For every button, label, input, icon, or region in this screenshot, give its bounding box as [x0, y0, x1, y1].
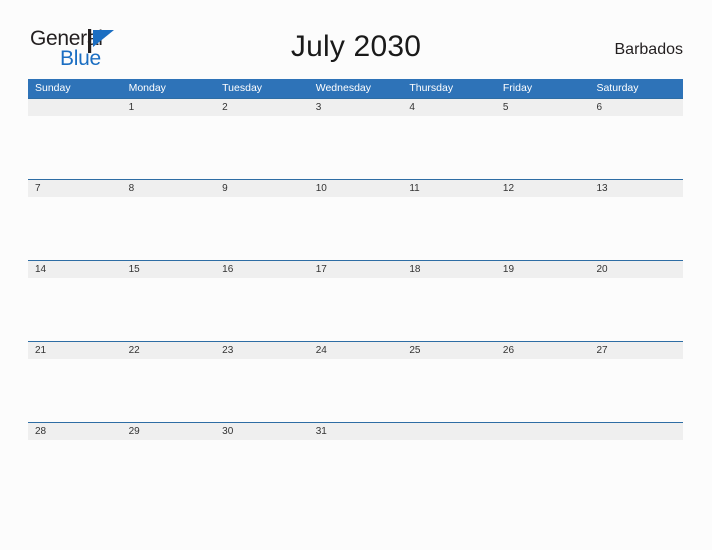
day-cell[interactable]: 5	[496, 99, 590, 116]
week-row: 28 29 30 31	[28, 422, 683, 503]
location-label: Barbados	[614, 41, 684, 58]
day-cell[interactable]: 26	[496, 342, 590, 359]
date-number-band: 1 2 3 4 5 6	[28, 98, 683, 116]
day-cell[interactable]: 22	[122, 342, 216, 359]
date-number-band: 14 15 16 17 18 19 20	[28, 260, 683, 278]
week-row: 1 2 3 4 5 6	[28, 98, 683, 179]
week-row: 7 8 9 10 11 12 13	[28, 179, 683, 260]
day-cell[interactable]: 31	[309, 423, 403, 440]
week-event-area[interactable]	[28, 116, 683, 179]
day-cell[interactable]: 24	[309, 342, 403, 359]
day-cell[interactable]: 18	[402, 261, 496, 278]
weekday-tuesday: Tuesday	[222, 82, 263, 94]
weekday-thursday: Thursday	[409, 82, 454, 94]
page-title: July 2030	[290, 30, 422, 63]
day-cell[interactable]: 12	[496, 180, 590, 197]
day-cell[interactable]: 7	[28, 180, 122, 197]
week-event-area[interactable]	[28, 197, 683, 260]
day-cell[interactable]: 2	[215, 99, 309, 116]
day-cell[interactable]: 10	[309, 180, 403, 197]
day-cell[interactable]: 21	[28, 342, 122, 359]
calendar-grid: Sunday Monday Tuesday Wednesday Thursday…	[28, 79, 683, 503]
day-cell[interactable]: 1	[122, 99, 216, 116]
day-cell[interactable]: 16	[215, 261, 309, 278]
day-cell[interactable]: 29	[122, 423, 216, 440]
day-cell[interactable]: 19	[496, 261, 590, 278]
weekday-wednesday: Wednesday	[315, 82, 371, 94]
day-cell[interactable]: 23	[215, 342, 309, 359]
day-cell[interactable]: 20	[589, 261, 683, 278]
week-row: 21 22 23 24 25 26 27	[28, 341, 683, 422]
week-event-area[interactable]	[28, 440, 683, 503]
day-cell[interactable]	[496, 423, 590, 440]
weekday-monday: Monday	[128, 82, 166, 94]
weekday-sunday: Sunday	[35, 82, 71, 94]
day-cell[interactable]	[589, 423, 683, 440]
day-cell[interactable]: 9	[215, 180, 309, 197]
week-event-area[interactable]	[28, 359, 683, 422]
day-cell[interactable]: 6	[589, 99, 683, 116]
week-row: 14 15 16 17 18 19 20	[28, 260, 683, 341]
day-cell[interactable]: 3	[309, 99, 403, 116]
day-cell[interactable]	[28, 99, 122, 116]
day-cell[interactable]: 28	[28, 423, 122, 440]
weekday-header-row: Sunday Monday Tuesday Wednesday Thursday…	[28, 79, 683, 98]
day-cell[interactable]: 27	[589, 342, 683, 359]
weekday-saturday: Saturday	[596, 82, 639, 94]
date-number-band: 21 22 23 24 25 26 27	[28, 341, 683, 359]
week-event-area[interactable]	[28, 278, 683, 341]
date-number-band: 7 8 9 10 11 12 13	[28, 179, 683, 197]
day-cell[interactable]: 8	[122, 180, 216, 197]
page-header: General Blue July 2030 Barbados	[0, 0, 712, 78]
day-cell[interactable]: 17	[309, 261, 403, 278]
day-cell[interactable]: 30	[215, 423, 309, 440]
day-cell[interactable]: 4	[402, 99, 496, 116]
day-cell[interactable]	[402, 423, 496, 440]
date-number-band: 28 29 30 31	[28, 422, 683, 440]
day-cell[interactable]: 14	[28, 261, 122, 278]
weekday-friday: Friday	[502, 82, 533, 94]
day-cell[interactable]: 13	[589, 180, 683, 197]
day-cell[interactable]: 15	[122, 261, 216, 278]
day-cell[interactable]: 11	[402, 180, 496, 197]
day-cell[interactable]: 25	[402, 342, 496, 359]
